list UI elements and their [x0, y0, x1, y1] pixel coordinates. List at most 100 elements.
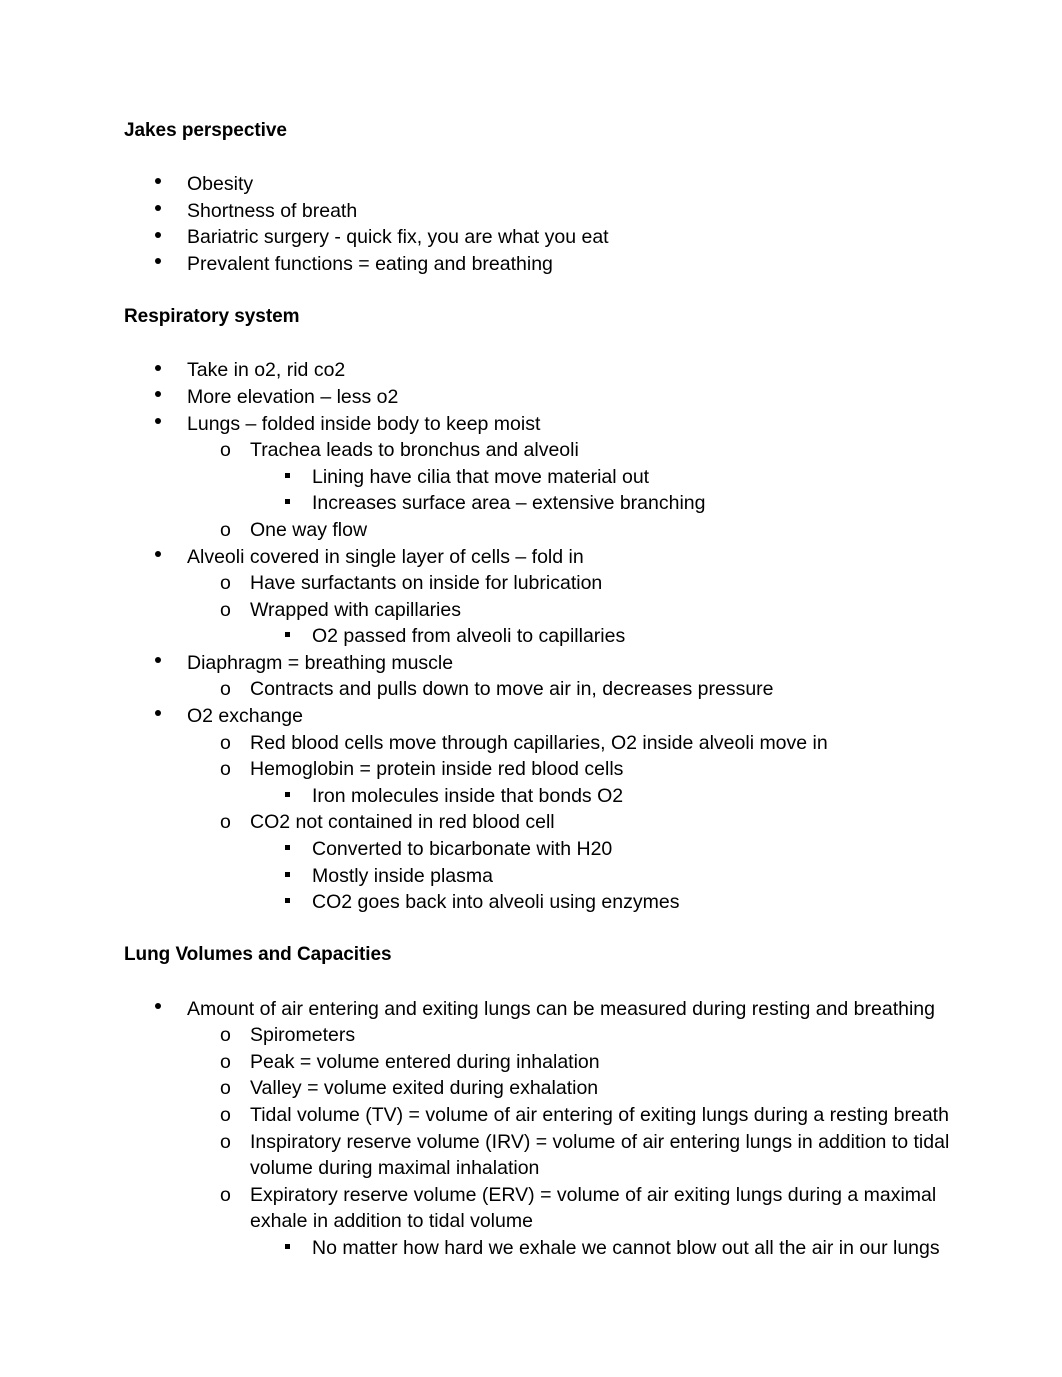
list-item-text: Alveoli covered in single layer of cells…: [187, 545, 584, 568]
section-heading: Respiratory system: [124, 306, 300, 328]
list-item-level-2: o Expiratory reserve volume (ERV) = volum…: [124, 1182, 972, 1235]
list-item-level-1: Shortness of breath: [124, 198, 972, 225]
list-item-text: O2 exchange: [187, 705, 304, 728]
list-item-level-3: Iron molecules inside that bonds O2: [124, 783, 972, 810]
list-item-text: CO2 goes back into alveoli using enzymes: [312, 891, 680, 914]
list-item-level-2: o Trachea leads to bronchus and alveoli: [124, 437, 972, 464]
list-item-level-3: Lining have cilia that move material out: [124, 464, 972, 491]
bullet-list: Take in o2, rid co2 More elevation – less…: [124, 357, 972, 915]
bullet-disc-icon: [155, 198, 175, 225]
list-item-level-2: o Valley = volume exited during exhalatio…: [124, 1075, 972, 1102]
list-item-text: Take in o2, rid co2: [187, 359, 346, 382]
list-item-text: Converted to bicarbonate with H20: [312, 838, 613, 861]
list-item-text: Prevalent functions = eating and breathi…: [187, 252, 553, 275]
bullet-disc-icon: [155, 650, 175, 677]
document-body: Jakes perspective Obesity Shortness of br…: [124, 118, 972, 1262]
list-item-level-2: o Hemoglobin = protein inside red blood c…: [124, 756, 972, 783]
bullet-circle-icon: o: [220, 731, 231, 754]
bullet-circle-icon: o: [220, 1024, 231, 1047]
list-item-level-1: Amount of air entering and exiting lungs…: [124, 996, 972, 1023]
bullet-disc-icon: [155, 384, 175, 411]
bullet-square-icon: [285, 490, 305, 517]
list-item-level-3: CO2 goes back into alveoli using enzymes: [124, 889, 972, 916]
bullet-circle-icon: o: [220, 1183, 231, 1206]
bullet-list: Amount of air entering and exiting lungs…: [124, 996, 972, 1262]
list-item-text: One way flow: [250, 518, 368, 541]
list-item-text: No matter how hard we exhale we cannot b…: [312, 1236, 940, 1259]
list-item-text: Trachea leads to bronchus and alveoli: [250, 439, 579, 462]
bullet-disc-icon: [155, 703, 175, 730]
list-item-text: Wrapped with capillaries: [250, 598, 461, 621]
list-item-text: Lining have cilia that move material out: [312, 465, 650, 488]
list-item-level-1: Alveoli covered in single layer of cells…: [124, 544, 972, 571]
bullet-circle-icon: o: [220, 1130, 231, 1153]
document-page: Jakes perspective Obesity Shortness of br…: [0, 0, 1062, 1377]
list-item-text: Obesity: [187, 173, 254, 196]
list-item-text: Contracts and pulls down to move air in,…: [250, 678, 774, 701]
list-item-text: O2 passed from alveoli to capillaries: [312, 625, 626, 648]
list-item-level-2: o Spirometers: [124, 1022, 972, 1049]
list-item-text: Expiratory reserve volume (ERV) = volume…: [250, 1183, 937, 1233]
bullet-circle-icon: o: [220, 811, 231, 834]
bullet-square-icon: [285, 836, 305, 863]
bullet-disc-icon: [155, 544, 175, 571]
list-item-text: Iron molecules inside that bonds O2: [312, 784, 624, 807]
list-item-text: Mostly inside plasma: [312, 864, 493, 887]
list-item-level-3: No matter how hard we exhale we cannot b…: [124, 1235, 972, 1262]
list-item-level-3: O2 passed from alveoli to capillaries: [124, 623, 972, 650]
list-item-level-2: o Inspiratory reserve volume (IRV) = volu…: [124, 1129, 972, 1182]
section-heading: Lung Volumes and Capacities: [124, 944, 392, 966]
list-item-level-1: Bariatric surgery - quick fix, you are w…: [124, 224, 972, 251]
list-item-level-1: Diaphragm = breathing muscle: [124, 650, 972, 677]
list-item-text: Increases surface area – extensive branc…: [312, 492, 706, 515]
bullet-circle-icon: o: [220, 758, 231, 781]
bullet-circle-icon: o: [220, 1077, 231, 1100]
bullet-circle-icon: o: [220, 1103, 231, 1126]
list-item-text: Diaphragm = breathing muscle: [187, 651, 454, 674]
list-item-text: Inspiratory reserve volume (IRV) = volum…: [250, 1130, 950, 1180]
list-item-text: Tidal volume (TV) = volume of air enteri…: [250, 1103, 949, 1126]
list-item-level-1: Lungs – folded inside body to keep moist: [124, 411, 972, 438]
list-item-text: Have surfactants on inside for lubricati…: [250, 572, 603, 595]
bullet-disc-icon: [155, 224, 175, 251]
list-item-level-2: o CO2 not contained in red blood cell: [124, 809, 972, 836]
bullet-square-icon: [285, 783, 305, 810]
list-item-text: CO2 not contained in red blood cell: [250, 811, 555, 834]
bullet-disc-icon: [155, 251, 175, 278]
list-item-level-1: More elevation – less o2: [124, 384, 972, 411]
list-item-level-2: o Wrapped with capillaries: [124, 597, 972, 624]
list-item-level-1: Obesity: [124, 171, 972, 198]
list-item-text: Peak = volume entered during inhalation: [250, 1050, 600, 1073]
list-item-text: Hemoglobin = protein inside red blood ce…: [250, 758, 624, 781]
bullet-square-icon: [285, 863, 305, 890]
list-item-text: Amount of air entering and exiting lungs…: [187, 997, 935, 1020]
bullet-circle-icon: o: [220, 572, 231, 595]
list-item-text: Valley = volume exited during exhalation: [250, 1077, 599, 1100]
list-item-level-2: o Tidal volume (TV) = volume of air enter…: [124, 1102, 972, 1129]
list-item-text: Spirometers: [250, 1024, 356, 1047]
bullet-circle-icon: o: [220, 518, 231, 541]
list-item-text: Lungs – folded inside body to keep moist: [187, 412, 541, 435]
list-item-level-1: Prevalent functions = eating and breathi…: [124, 251, 972, 278]
bullet-square-icon: [285, 1235, 305, 1262]
bullet-disc-icon: [155, 357, 175, 384]
bullet-square-icon: [285, 464, 305, 491]
bullet-square-icon: [285, 623, 305, 650]
list-item-level-2: o One way flow: [124, 517, 972, 544]
list-item-text: Bariatric surgery - quick fix, you are w…: [187, 226, 609, 249]
list-item-level-3: Mostly inside plasma: [124, 863, 972, 890]
list-item-text: More elevation – less o2: [187, 385, 399, 408]
list-item-level-2: o Red blood cells move through capillarie…: [124, 730, 972, 757]
bullet-circle-icon: o: [220, 678, 231, 701]
list-item-text: Shortness of breath: [187, 199, 358, 222]
list-item-level-2: o Have surfactants on inside for lubricat…: [124, 570, 972, 597]
list-item-level-2: o Contracts and pulls down to move air in…: [124, 676, 972, 703]
section-heading: Jakes perspective: [124, 120, 287, 141]
list-item-level-2: o Peak = volume entered during inhalation: [124, 1049, 972, 1076]
bullet-square-icon: [285, 889, 305, 916]
